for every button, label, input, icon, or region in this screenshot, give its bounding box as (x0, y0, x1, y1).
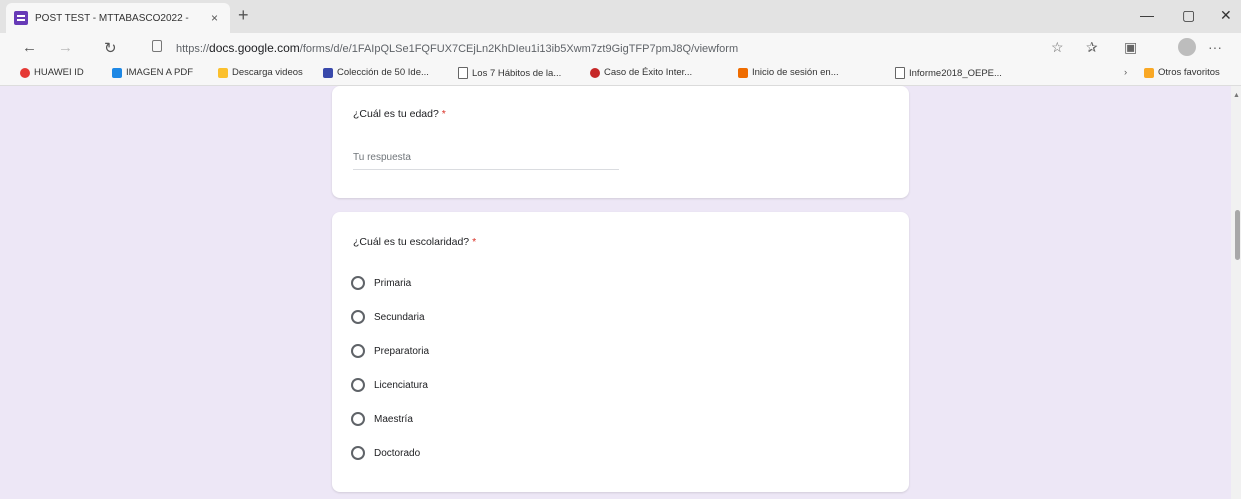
option-label: Preparatoria (374, 345, 430, 357)
doc-icon (895, 67, 905, 79)
option-label: Primaria (374, 277, 412, 289)
page-scrollbar[interactable] (1231, 86, 1241, 499)
radio-button[interactable] (351, 412, 365, 426)
bookmark-huawei[interactable]: HUAWEI ID (20, 67, 84, 78)
answer-input-age[interactable]: Tu respuesta (353, 152, 411, 163)
required-mark: * (441, 108, 446, 120)
collection-icon (323, 67, 333, 78)
option-label: Maestría (374, 413, 413, 425)
url-domain: docs.google.com (209, 41, 300, 55)
option-secundaria[interactable]: Secundaria (351, 310, 425, 324)
radio-button[interactable] (351, 344, 365, 358)
globe-icon (590, 67, 600, 78)
bookmark-informe2018[interactable]: Informe2018_OEPE... (895, 67, 1002, 79)
address-row: ← → ↻ https://docs.google.com/forms/d/e/… (0, 33, 1241, 63)
option-doctorado[interactable]: Doctorado (351, 446, 420, 460)
restore-button[interactable]: ▢ (1182, 7, 1195, 24)
tab-strip: POST TEST - MTTABASCO2022 - × + — ▢ ✕ (0, 0, 1241, 33)
bookmark-label: IMAGEN A PDF (126, 67, 194, 78)
bookmarks-overflow-icon[interactable]: › (1124, 67, 1127, 78)
image-pdf-icon (112, 67, 122, 78)
minimize-button[interactable]: — (1140, 7, 1154, 23)
favorites-icon[interactable]: ✰ (1086, 39, 1098, 56)
answer-underline (353, 169, 619, 170)
bookmarks-bar: HUAWEI ID IMAGEN A PDF Descarga videos C… (0, 63, 1241, 86)
huawei-icon (20, 67, 30, 78)
doc-icon (458, 67, 468, 79)
scroll-up-arrow-icon[interactable]: ▲ (1233, 92, 1240, 99)
bookmark-imagen-pdf[interactable]: IMAGEN A PDF (112, 67, 193, 78)
address-bar[interactable]: https://docs.google.com/forms/d/e/1FAIpQ… (176, 41, 738, 55)
scrollbar-thumb[interactable] (1235, 210, 1240, 260)
more-icon[interactable]: ··· (1208, 39, 1222, 55)
option-maestria[interactable]: Maestría (351, 412, 413, 426)
question-title-text: ¿Cuál es tu escolaridad? (353, 236, 470, 248)
profile-avatar[interactable] (1178, 38, 1196, 56)
download-icon (218, 67, 228, 78)
tab-close-icon[interactable]: × (211, 11, 218, 25)
refresh-button[interactable]: ↻ (104, 39, 117, 57)
required-mark: * (472, 236, 477, 248)
url-path: /forms/d/e/1FAIpQLSe1FQFUX7CEjLn2KhDIeu1… (299, 43, 739, 55)
bookmark-label: HUAWEI ID (34, 67, 84, 78)
bookmark-label: Otros favoritos (1158, 67, 1220, 78)
browser-tab[interactable]: POST TEST - MTTABASCO2022 - × (6, 3, 230, 33)
bookmark-label: Inicio de sesión en... (752, 67, 839, 78)
bookmark-caso-exito[interactable]: Caso de Éxito Inter... (590, 67, 692, 78)
bookmark-label: Caso de Éxito Inter... (604, 67, 693, 78)
bookmark-label: Informe2018_OEPE... (909, 67, 1002, 79)
option-primaria[interactable]: Primaria (351, 276, 411, 290)
radio-button[interactable] (351, 310, 365, 324)
close-window-button[interactable]: ✕ (1220, 7, 1232, 24)
question-title-text: ¿Cuál es tu edad? (353, 108, 439, 120)
question-title-age: ¿Cuál es tu edad? * (353, 108, 446, 120)
bookmark-coleccion[interactable]: Colección de 50 Ide... (323, 67, 429, 78)
new-tab-button[interactable]: + (238, 5, 249, 26)
bookmark-descarga-videos[interactable]: Descarga videos (218, 67, 303, 78)
tab-title: POST TEST - MTTABASCO2022 - (35, 12, 189, 24)
folder-icon (1144, 67, 1154, 78)
option-label: Secundaria (374, 311, 425, 323)
question-title-schooling: ¿Cuál es tu escolaridad? * (353, 236, 476, 248)
bookmark-7-habitos[interactable]: Los 7 Hábitos de la... (458, 67, 561, 79)
option-preparatoria[interactable]: Preparatoria (351, 344, 429, 358)
google-forms-icon (14, 11, 28, 25)
collections-icon[interactable]: ▣ (1124, 39, 1137, 56)
favorite-star-icon[interactable]: ☆ (1051, 39, 1064, 56)
forward-button[interactable]: → (58, 39, 73, 56)
login-icon (738, 67, 748, 78)
radio-button[interactable] (351, 378, 365, 392)
bookmark-label: Los 7 Hábitos de la... (472, 67, 562, 79)
radio-button[interactable] (351, 446, 365, 460)
lock-icon[interactable] (152, 40, 162, 52)
bookmark-inicio-sesion[interactable]: Inicio de sesión en... (738, 67, 839, 78)
back-button[interactable]: ← (22, 39, 37, 56)
radio-button[interactable] (351, 276, 365, 290)
question-card-age (332, 86, 909, 198)
bookmark-label: Descarga videos (232, 67, 303, 78)
bookmark-label: Colección de 50 Ide... (337, 67, 429, 78)
option-label: Licenciatura (374, 379, 428, 391)
option-licenciatura[interactable]: Licenciatura (351, 378, 428, 392)
bookmark-otros-favoritos[interactable]: Otros favoritos (1144, 67, 1220, 78)
url-prefix: https:// (176, 43, 210, 55)
option-label: Doctorado (374, 447, 421, 459)
